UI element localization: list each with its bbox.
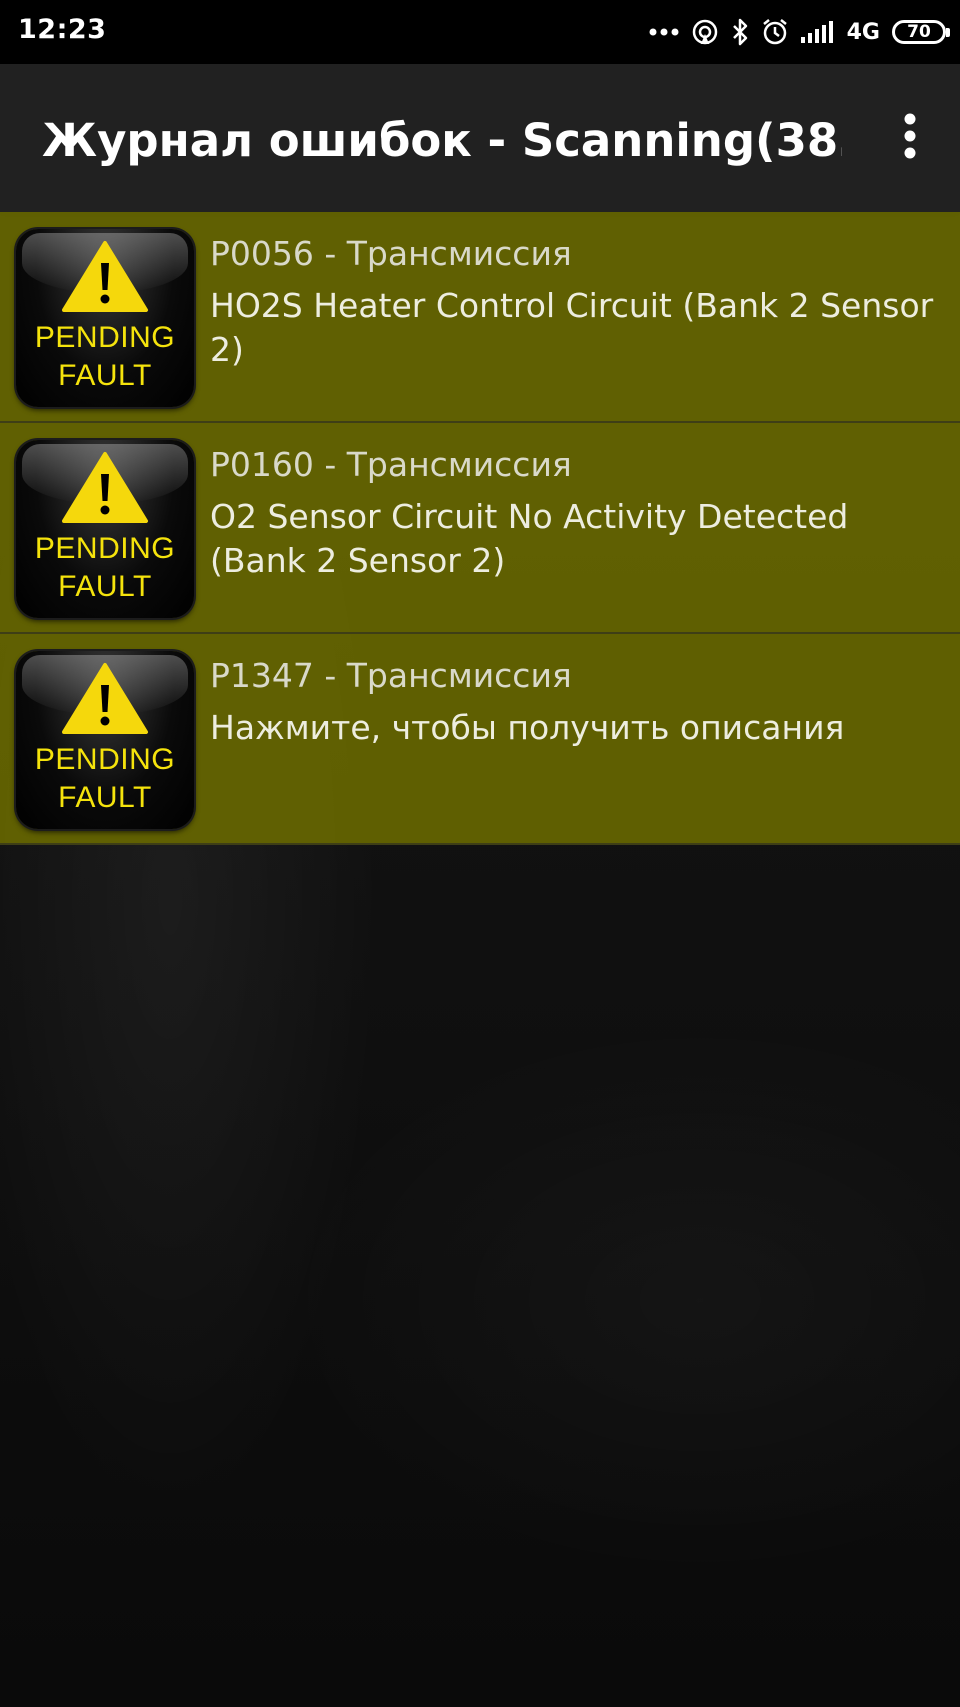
pending-fault-icon: PENDING FAULT [16,651,194,829]
more-dots-icon [649,27,679,37]
pending-fault-icon: PENDING FAULT [16,440,194,618]
status-bar: 12:23 4G 70 [0,0,960,64]
icon-text-pending: PENDING [34,743,176,776]
more-vert-icon [902,113,918,163]
signal-icon [800,21,835,43]
fault-description: O2 Sensor Circuit No Activity Detected (… [210,497,849,580]
network-4g-icon: 4G [846,19,880,45]
warning-triangle-icon [62,241,148,312]
app-bar: Журнал ошибок - Scanning(38… [0,64,960,212]
bluetooth-icon [731,18,749,46]
status-time: 12:23 [18,14,107,45]
app-title: Журнал ошибок - Scanning(38… [42,114,842,167]
icon-text-pending: PENDING [34,321,176,354]
fault-code: P0160 - Трансмиссия [210,445,572,484]
fault-description: HO2S Heater Control Circuit (Bank 2 Sens… [210,286,934,369]
status-icons: 4G 70 [649,14,950,50]
battery-icon: 70 [892,20,950,44]
fault-description: Нажмите, чтобы получить описания [210,708,845,747]
warning-triangle-icon [62,663,148,734]
alarm-icon [761,18,789,46]
warning-triangle-icon [62,452,148,523]
pending-fault-icon: PENDING FAULT [16,229,194,407]
icon-text-fault: FAULT [58,570,152,603]
fault-list: PENDING FAULT P0056 - Трансмиссия HO2S H… [0,212,960,845]
screen: 12:23 4G 70 Журнал ошибок - Scanning(38… [0,0,960,1707]
fault-code: P0056 - Трансмиссия [210,234,572,273]
hotspot-icon [691,18,719,46]
icon-text-fault: FAULT [58,781,152,814]
fault-item[interactable]: PENDING FAULT P0056 - Трансмиссия HO2S H… [0,212,960,423]
icon-text-fault: FAULT [58,359,152,392]
fault-item[interactable]: PENDING FAULT P0160 - Трансмиссия O2 Sen… [0,423,960,634]
overflow-menu-button[interactable] [880,108,940,168]
fault-item[interactable]: PENDING FAULT P1347 - Трансмиссия Нажмит… [0,634,960,845]
fault-code: P1347 - Трансмиссия [210,656,572,695]
icon-text-pending: PENDING [34,532,176,565]
